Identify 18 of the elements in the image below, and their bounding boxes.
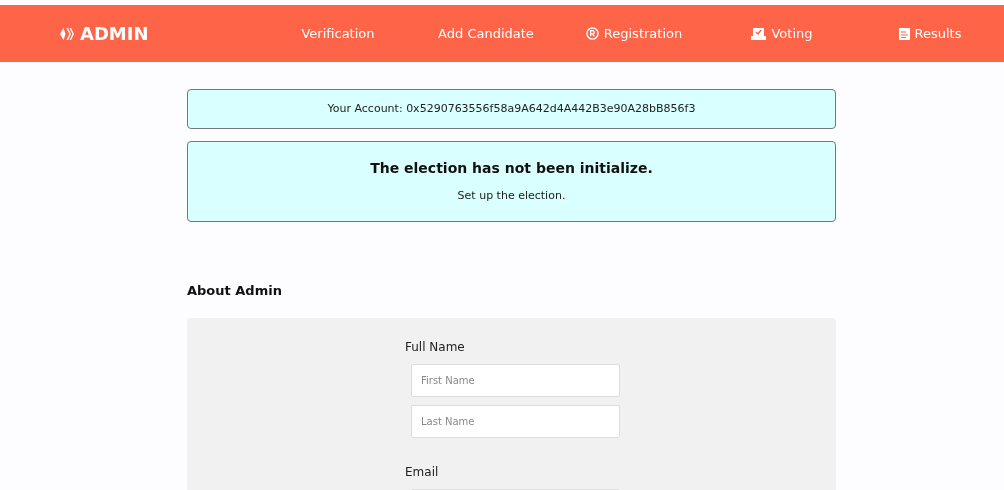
notice-title: The election has not been initialize. <box>370 159 653 179</box>
brand-title: ADMIN <box>80 22 149 46</box>
field-label: Full Name <box>405 338 466 356</box>
text-input[interactable]: First Name <box>411 363 620 397</box>
nav-link[interactable]: Voting <box>708 23 856 44</box>
document-icon <box>898 27 910 40</box>
nav-link[interactable]: Add Candidate <box>412 23 560 44</box>
text-input[interactable]: Last Name <box>411 404 620 438</box>
notice-message: Set up the election. <box>457 188 566 205</box>
account-text: Your Account: 0x5290763556f58a9A642d4A442B3e90A28bB856f3 <box>327 100 696 117</box>
logo-icon <box>60 26 74 41</box>
field-label: Email <box>405 463 440 481</box>
ballot-box-icon <box>751 27 767 40</box>
nav-link[interactable]: Results <box>856 23 1004 44</box>
section-title: About Admin <box>187 282 283 300</box>
nav-link[interactable]: Registration <box>560 23 708 44</box>
nav-link[interactable]: Verification <box>264 23 412 44</box>
registered-icon <box>585 27 599 40</box>
